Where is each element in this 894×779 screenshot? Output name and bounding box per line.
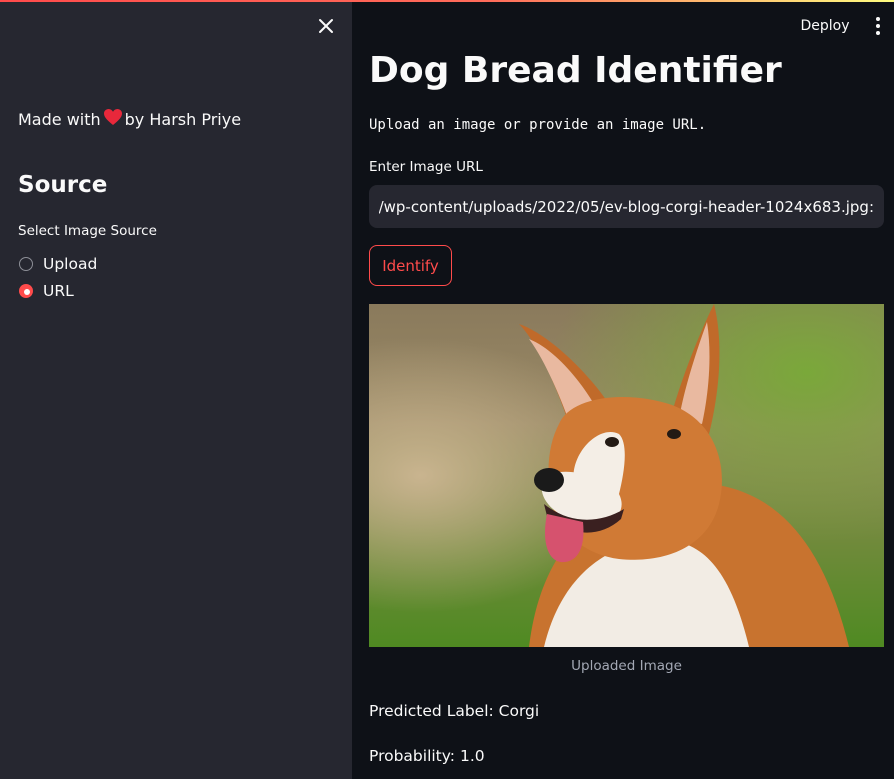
image-url-label: Enter Image URL bbox=[369, 159, 483, 175]
source-heading: Source bbox=[18, 172, 108, 198]
radio-option-label: Upload bbox=[43, 255, 98, 273]
probability-text: Probability: 1.0 bbox=[369, 747, 485, 765]
heart-icon bbox=[103, 108, 123, 130]
deploy-button[interactable]: Deploy bbox=[793, 14, 857, 38]
image-source-label: Select Image Source bbox=[18, 223, 157, 239]
close-icon bbox=[319, 19, 333, 33]
main-menu-button[interactable] bbox=[870, 15, 886, 37]
made-with-suffix: by Harsh Priye bbox=[124, 109, 242, 129]
made-with-prefix: Made with bbox=[18, 109, 101, 129]
credits-text: Made with by Harsh Priye bbox=[18, 108, 241, 130]
radio-checked-icon bbox=[19, 284, 33, 298]
intro-text: Upload an image or provide an image URL. bbox=[369, 117, 707, 133]
image-caption: Uploaded Image bbox=[571, 658, 682, 674]
sidebar-close-button[interactable] bbox=[316, 16, 336, 36]
predicted-label-text: Predicted Label: Corgi bbox=[369, 702, 540, 720]
radio-option-label: URL bbox=[43, 282, 74, 300]
radio-unchecked-icon bbox=[19, 257, 33, 271]
top-accent-bar bbox=[0, 0, 894, 2]
uploaded-dog-image bbox=[369, 304, 884, 647]
image-url-input[interactable] bbox=[369, 185, 884, 228]
identify-button[interactable]: Identify bbox=[369, 245, 452, 286]
sidebar: Made with by Harsh Priye Source Select I… bbox=[0, 0, 352, 779]
radio-option-url[interactable]: URL bbox=[19, 282, 74, 300]
page-title: Dog Bread Identifier bbox=[369, 50, 782, 91]
vertical-dots-icon bbox=[876, 17, 880, 35]
radio-option-upload[interactable]: Upload bbox=[19, 255, 97, 273]
